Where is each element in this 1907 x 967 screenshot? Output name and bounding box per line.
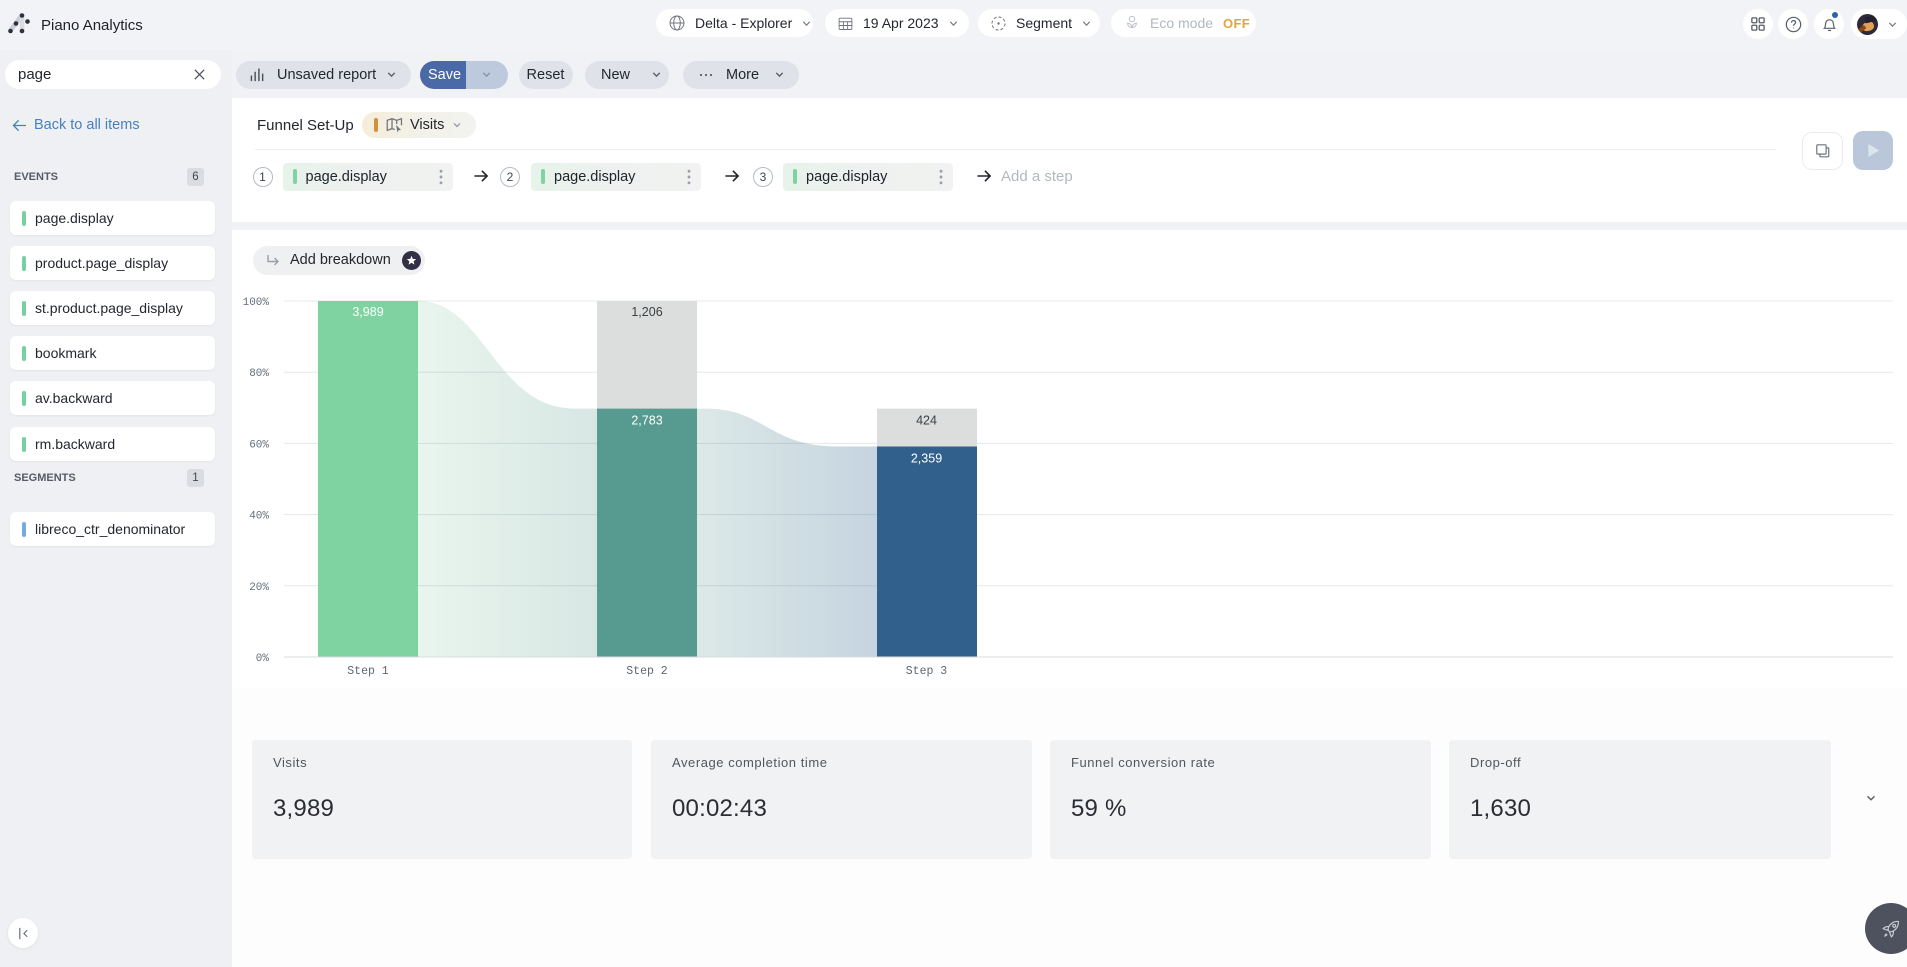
svg-text:0%: 0% [256,653,270,665]
svg-text:Step 1: Step 1 [347,665,389,678]
svg-text:40%: 40% [249,511,269,523]
svg-text:20%: 20% [249,582,269,594]
svg-text:2,359: 2,359 [911,452,942,466]
svg-text:3,989: 3,989 [352,305,383,319]
svg-text:Step 2: Step 2 [626,665,668,678]
svg-text:Step 3: Step 3 [906,665,948,678]
svg-text:1,206: 1,206 [631,305,662,319]
svg-text:60%: 60% [249,439,269,451]
svg-text:2,783: 2,783 [631,414,662,428]
svg-text:100%: 100% [243,297,270,309]
svg-text:80%: 80% [249,368,269,380]
svg-text:424: 424 [916,414,937,428]
